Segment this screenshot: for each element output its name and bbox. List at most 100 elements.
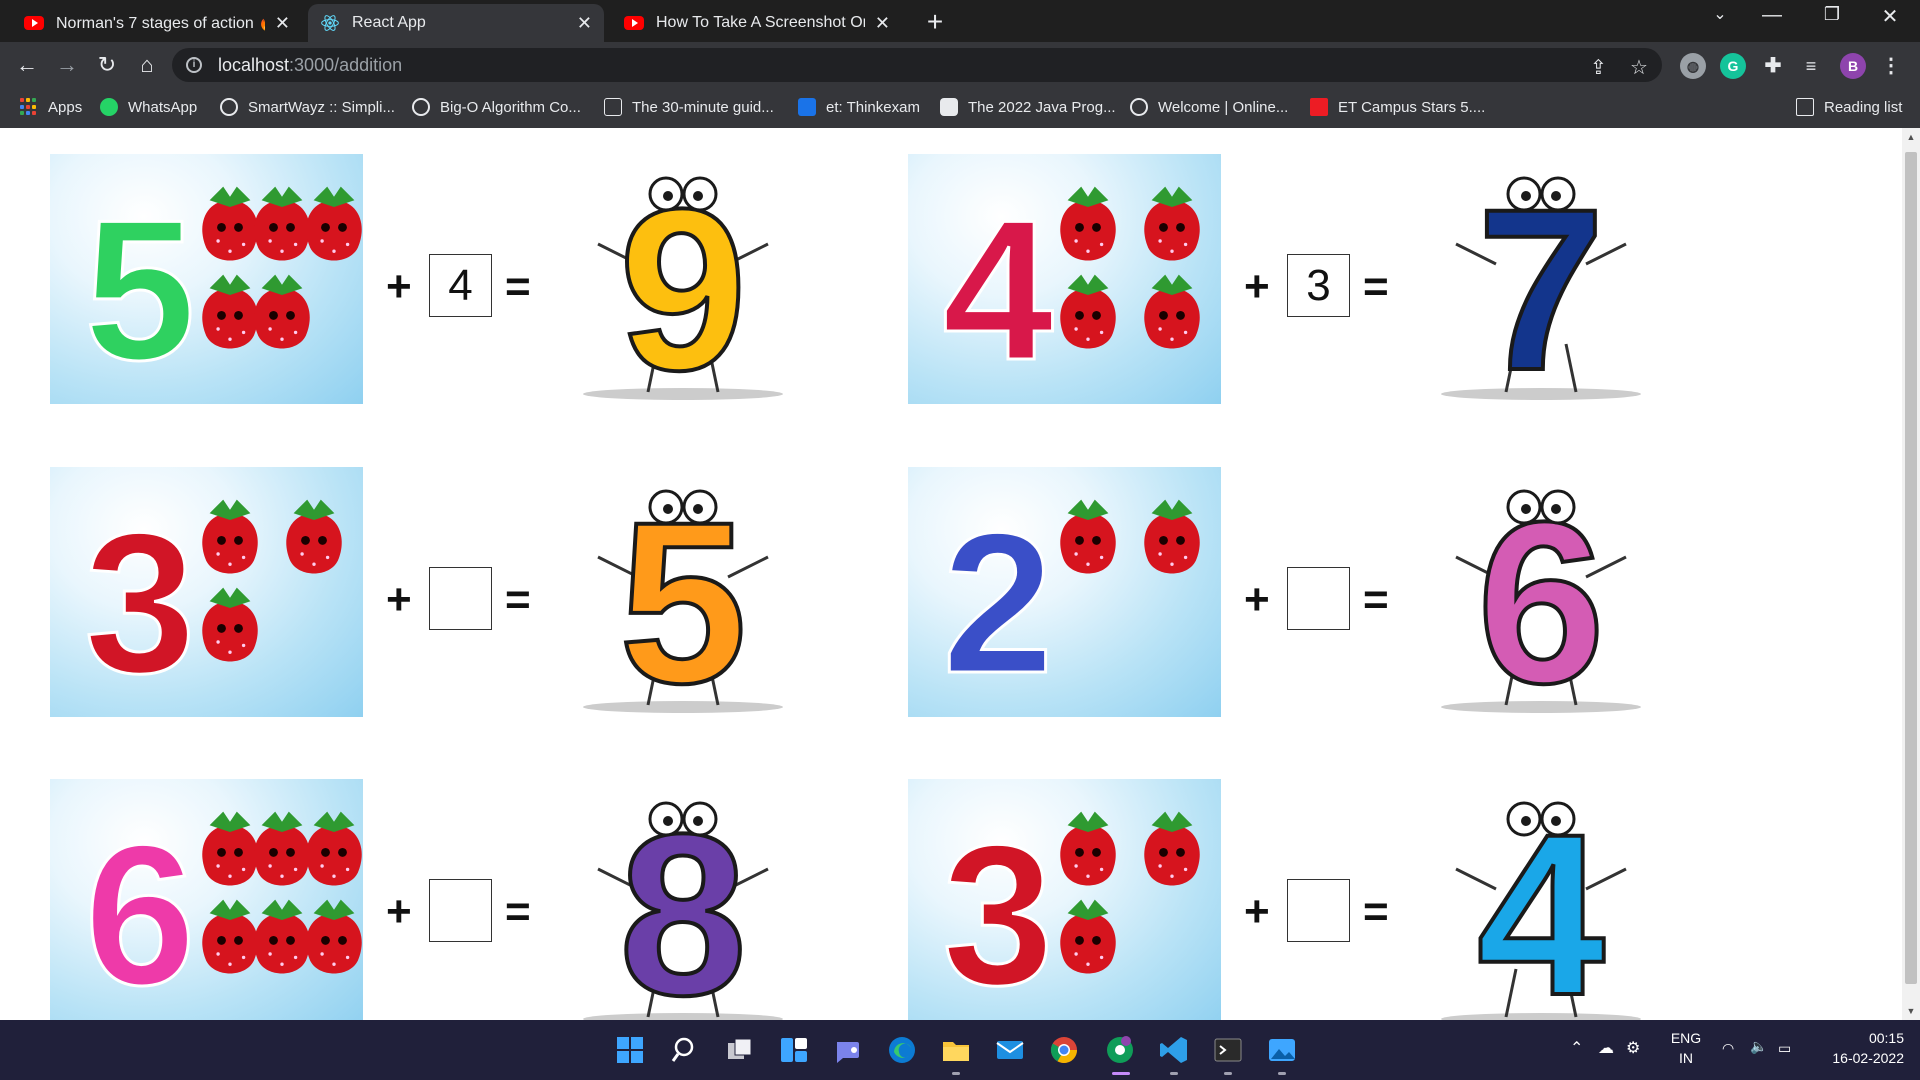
media-control-icon[interactable]: ≡ — [1798, 53, 1824, 79]
addition-problem: 3 + = — [908, 779, 1728, 1020]
tab-react-app[interactable]: React App ✕ — [308, 4, 604, 42]
minimize-button[interactable]: — — [1752, 4, 1792, 27]
site-info-icon[interactable]: i — [186, 57, 202, 73]
left-number-figure: 4 — [942, 179, 1053, 402]
bookmark-label: Apps — [48, 98, 83, 116]
running-indicator — [1224, 1072, 1232, 1075]
widgets-icon[interactable] — [778, 1034, 810, 1066]
vpn-extension-icon[interactable]: ◍ — [1680, 53, 1706, 79]
number-picture: 2 — [908, 467, 1221, 717]
forward-icon[interactable]: → — [52, 50, 82, 80]
addend-input[interactable] — [1287, 254, 1350, 317]
new-tab-button[interactable]: + — [922, 6, 948, 38]
page-scrollbar[interactable]: ▲ ▼ — [1902, 128, 1920, 1020]
addend-input[interactable] — [429, 567, 492, 630]
bookmark-apps[interactable]: Apps — [20, 98, 82, 116]
plus-sign: + — [1244, 262, 1270, 311]
menu-icon[interactable]: ⋮ — [1878, 53, 1904, 79]
photos-icon[interactable] — [1266, 1034, 1298, 1066]
tab-title: How To Take A Screenshot On A — [656, 14, 865, 31]
scrollbar-thumb[interactable] — [1905, 152, 1917, 984]
home-icon[interactable]: ⌂ — [132, 50, 162, 80]
globe-icon — [1130, 98, 1148, 116]
plus-sign: + — [386, 262, 412, 311]
battery-icon[interactable]: ▭ — [1778, 1040, 1791, 1057]
show-hidden-icons[interactable]: ⌃ — [1570, 1038, 1583, 1058]
terminal-icon[interactable] — [1212, 1034, 1244, 1066]
close-tab-icon[interactable]: ✕ — [577, 13, 592, 34]
angular-icon — [604, 98, 622, 116]
addend-input[interactable] — [429, 879, 492, 942]
close-tab-icon[interactable]: ✕ — [275, 13, 290, 34]
tab-youtube-screenshot[interactable]: How To Take A Screenshot On A ✕ — [612, 4, 902, 42]
url-path: :3000/addition — [289, 55, 403, 75]
chrome-profile-icon[interactable] — [1104, 1034, 1136, 1066]
tab-youtube-norman[interactable]: Norman's 7 stages of action 🔥 🔥 ✕ — [12, 4, 302, 42]
wifi-icon[interactable]: ◠ — [1722, 1040, 1734, 1057]
bookmark-star-icon[interactable]: ☆ — [1630, 55, 1648, 80]
scroll-up-icon[interactable]: ▲ — [1902, 132, 1920, 142]
edge-browser-icon[interactable] — [886, 1034, 918, 1066]
bookmark-label: Welcome | Online... — [1158, 98, 1289, 116]
chrome-icon[interactable] — [1048, 1034, 1080, 1066]
plus-sign: + — [1244, 575, 1270, 624]
teams-chat-icon[interactable] — [832, 1034, 864, 1066]
strawberries — [202, 811, 362, 974]
addend-input[interactable] — [1287, 879, 1350, 942]
left-number-figure: 3 — [84, 492, 195, 715]
bookmark-whatsapp[interactable]: WhatsApp — [100, 98, 197, 116]
tab-search-icon[interactable]: ⌄ — [1700, 4, 1740, 24]
youtube-icon — [624, 16, 644, 30]
extensions-icon[interactable]: ✚ — [1760, 53, 1786, 79]
task-view-icon[interactable] — [724, 1034, 756, 1066]
bookmark-java-programming[interactable]: The 2022 Java Prog... — [940, 98, 1116, 116]
left-number-figure: 5 — [84, 179, 195, 402]
bookmark-smartwayz[interactable]: SmartWayz :: Simpli... — [220, 98, 395, 116]
bookmark-welcome-online[interactable]: Welcome | Online... — [1130, 98, 1288, 116]
tab-title: React App — [352, 14, 426, 31]
addition-problem: 5 + 4 = 9 — [50, 154, 870, 420]
addend-input[interactable] — [1287, 567, 1350, 630]
page-viewport: 5 + 4 = 9 4 + 3 = 7 3 + = 5 2 + = 6 6 + … — [0, 128, 1902, 1020]
onedrive-icon[interactable]: ☁ — [1598, 1038, 1614, 1058]
reading-list-button[interactable]: Reading list — [1796, 98, 1902, 116]
app-tray-icon[interactable]: ⚙ — [1626, 1038, 1640, 1058]
clock[interactable]: 00:15 16-02-2022 — [1810, 1030, 1904, 1066]
address-bar[interactable]: i localhost:3000/addition ⇪ ☆ — [172, 48, 1662, 82]
bookmark-et-campus-stars[interactable]: ET Campus Stars 5.... — [1310, 98, 1485, 116]
bookmark-big-o[interactable]: Big-O Algorithm Co... — [412, 98, 581, 116]
bookmark-label: ET Campus Stars 5.... — [1338, 98, 1486, 116]
bookmark-30-minute-guide[interactable]: The 30-minute guid... — [604, 98, 774, 116]
youtube-icon — [24, 16, 44, 30]
equals-sign: = — [1363, 575, 1389, 624]
browser-toolbar: ← → ↻ ⌂ i localhost:3000/addition ⇪ ☆ ◍ … — [0, 42, 1920, 88]
profile-avatar[interactable]: B — [1840, 53, 1866, 79]
mail-icon[interactable] — [994, 1034, 1026, 1066]
back-icon[interactable]: ← — [12, 50, 42, 80]
share-icon[interactable]: ⇪ — [1590, 55, 1607, 80]
file-explorer-icon[interactable] — [940, 1034, 972, 1066]
bookmarks-bar: Apps WhatsApp SmartWayz :: Simpli... Big… — [0, 88, 1920, 128]
number-picture: 5 — [50, 154, 363, 404]
grammarly-icon[interactable]: G — [1720, 53, 1746, 79]
close-tab-icon[interactable]: ✕ — [875, 13, 890, 34]
strawberries — [202, 186, 362, 349]
start-menu-icon[interactable] — [614, 1034, 646, 1066]
apps-grid-icon — [20, 98, 38, 116]
result-picture: 6 — [1416, 467, 1666, 733]
volume-icon[interactable]: 🔈 — [1750, 1038, 1767, 1055]
running-indicator — [952, 1072, 960, 1075]
restore-button[interactable]: ❐ — [1812, 4, 1852, 25]
equals-sign: = — [505, 575, 531, 624]
language-indicator[interactable]: ENG IN — [1668, 1030, 1704, 1066]
addend-input[interactable] — [429, 254, 492, 317]
search-icon[interactable] — [670, 1034, 702, 1066]
reading-list-label: Reading list — [1824, 98, 1903, 116]
vscode-icon[interactable] — [1158, 1034, 1190, 1066]
reload-icon[interactable]: ↻ — [92, 50, 122, 80]
bookmark-thinkexam[interactable]: et: Thinkexam — [798, 98, 920, 116]
plus-sign: + — [386, 887, 412, 936]
close-window-button[interactable]: ✕ — [1870, 4, 1910, 29]
plus-sign: + — [386, 575, 412, 624]
scroll-down-icon[interactable]: ▼ — [1902, 1006, 1920, 1016]
